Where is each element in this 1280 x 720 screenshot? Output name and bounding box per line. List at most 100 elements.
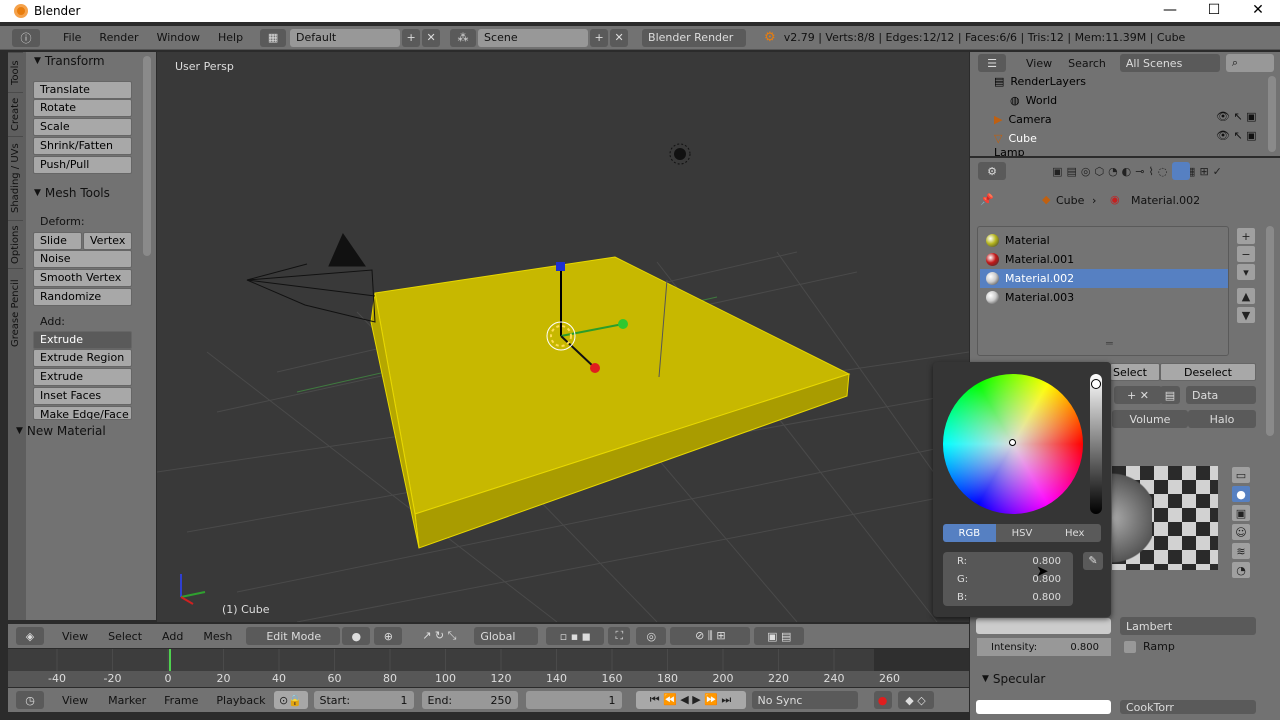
add-slot-button[interactable]: +	[1237, 228, 1255, 244]
add-scene-icon[interactable]: +	[590, 28, 609, 47]
remove-slot-button[interactable]: −	[1237, 246, 1255, 262]
render-icons[interactable]: ▣ ▤	[754, 627, 805, 645]
tab-tools[interactable]: Tools	[8, 52, 23, 92]
translate-button[interactable]: Translate	[33, 81, 132, 99]
screen-layout-icon[interactable]: ▦	[260, 28, 287, 47]
slot-specials-icon[interactable]: ▾	[1237, 264, 1255, 280]
extrude-individual-button[interactable]: Extrude Individual	[33, 368, 132, 399]
list-resize-grip-icon[interactable]: ═	[1106, 337, 1113, 350]
inset-faces-button[interactable]: Inset Faces	[33, 387, 132, 405]
menu-file[interactable]: File	[54, 31, 90, 44]
material-type-halo[interactable]: Halo	[1188, 410, 1256, 428]
remove-layout-icon[interactable]: ✕	[422, 28, 441, 47]
tab-create[interactable]: Create	[8, 92, 23, 136]
3d-viewport[interactable]: User Persp (1) Cube	[157, 52, 969, 622]
color-mode-hsv[interactable]: HSV	[995, 524, 1049, 542]
menu-add[interactable]: Add	[162, 630, 183, 643]
color-wheel-cursor[interactable]	[1009, 439, 1016, 446]
outliner-search-icon[interactable]: ⌕	[1225, 54, 1274, 72]
noise-button[interactable]: Noise	[33, 250, 132, 268]
remove-scene-icon[interactable]: ✕	[610, 28, 629, 47]
specular-panel-header[interactable]: ▼ Specular	[976, 670, 1176, 688]
move-slot-up-icon[interactable]: ▲	[1237, 288, 1255, 304]
camera-visibility-icons[interactable]: 👁 ↖ ▣	[1216, 110, 1257, 123]
blue-channel-field[interactable]: B: 0.800	[943, 588, 1073, 606]
minimize-button[interactable]: —	[1148, 0, 1192, 22]
specular-color-swatch[interactable]	[976, 700, 1111, 714]
smooth-vertex-button[interactable]: Smooth Vertex	[33, 269, 132, 287]
scale-button[interactable]: Scale	[33, 118, 132, 136]
specular-shader-dropdown[interactable]: CookTorr	[1120, 700, 1256, 714]
menu-mesh[interactable]: Mesh	[203, 630, 232, 643]
sync-mode-dropdown[interactable]: No Sync	[751, 691, 858, 709]
tl-menu-marker[interactable]: Marker	[108, 694, 146, 707]
preview-flat-icon[interactable]: ▭	[1232, 467, 1250, 483]
outliner-row-renderlayers[interactable]: ▤ RenderLayers	[994, 72, 1280, 91]
tab-grease-pencil[interactable]: Grease Pencil	[8, 268, 23, 358]
outliner-menu-search[interactable]: Search	[1068, 57, 1106, 70]
mesh-tools-panel-header[interactable]: ▼ Mesh Tools	[28, 184, 138, 202]
add-layout-icon[interactable]: +	[402, 28, 421, 47]
maximize-button[interactable]: ☐	[1192, 0, 1236, 22]
end-frame-field[interactable]: End: 250	[421, 691, 518, 709]
value-slider[interactable]	[1090, 374, 1102, 514]
cube-visibility-icons[interactable]: 👁 ↖ ▣	[1216, 129, 1257, 142]
tl-menu-playback[interactable]: Playback	[216, 694, 265, 707]
playback-controls[interactable]: ⏮ ⏪ ◀ ▶ ⏩ ⏭	[635, 691, 746, 709]
scene-icon[interactable]: ⁂	[450, 28, 477, 47]
preview-cube-icon[interactable]: ▣	[1232, 505, 1250, 521]
menu-view[interactable]: View	[62, 630, 88, 643]
outliner-scrollbar[interactable]	[1268, 76, 1276, 152]
outliner-row-world[interactable]: ◍ World	[1010, 91, 1280, 110]
record-icon[interactable]: ●	[873, 691, 892, 709]
preview-monkey-icon[interactable]: ☺	[1232, 524, 1250, 540]
editor-type-timeline-icon[interactable]: ◷	[16, 691, 44, 709]
editor-type-properties-icon[interactable]: ⚙	[978, 162, 1006, 180]
properties-scrollbar[interactable]	[1266, 226, 1274, 436]
material-slot-1[interactable]: Material.001	[980, 250, 1228, 269]
pin-icon[interactable]: 📌	[980, 193, 994, 206]
link-data-dropdown[interactable]: Data	[1186, 386, 1256, 404]
menu-help[interactable]: Help	[209, 31, 252, 44]
scenes-dropdown[interactable]: All Scenes	[1119, 54, 1220, 72]
snap-icons[interactable]: ⊘ ⫼ ⊞	[670, 627, 751, 645]
outliner-menu-view[interactable]: View	[1026, 57, 1052, 70]
slide-edge-button[interactable]: Slide Ed	[33, 232, 82, 263]
outliner-row-lamp[interactable]: Lamp	[994, 148, 1280, 156]
green-channel-field[interactable]: G: 0.800	[943, 570, 1073, 588]
material-slot-3[interactable]: Material.003	[980, 288, 1228, 307]
move-slot-down-icon[interactable]: ▼	[1237, 307, 1255, 323]
mode-dropdown[interactable]: Edit Mode	[246, 627, 341, 645]
intensity-field[interactable]: Intensity: 0.800	[977, 638, 1111, 656]
tl-menu-frame[interactable]: Frame	[164, 694, 198, 707]
color-mode-hex[interactable]: Hex	[1048, 524, 1101, 542]
properties-context-tabs[interactable]: ▣▤◎⬡◔◐⊸⌇◌◒▦⊞✓	[1020, 162, 1258, 180]
diffuse-color-swatch[interactable]	[976, 618, 1111, 634]
preview-sky-icon[interactable]: ◔	[1232, 562, 1250, 578]
manipulator-icons[interactable]: ↗ ↻ ⤡	[406, 627, 473, 645]
keying-icons[interactable]: ◆ ◇	[897, 691, 934, 709]
material-datablock-icons[interactable]: + ✕	[1114, 386, 1162, 404]
extrude-dropdown[interactable]: Extrude	[33, 331, 132, 349]
make-edge-face-button[interactable]: Make Edge/Face	[33, 406, 132, 420]
tl-menu-view[interactable]: View	[62, 694, 88, 707]
pivot-point-icon[interactable]: ⊕	[374, 627, 403, 645]
start-frame-field[interactable]: Start: 1	[313, 691, 414, 709]
scene-name-field[interactable]: Scene	[478, 28, 589, 47]
occlude-geometry-icon[interactable]: ⛶	[608, 627, 631, 645]
eyedropper-icon[interactable]: ✎	[1083, 552, 1103, 570]
new-material-panel-header[interactable]: ▼ New Material	[10, 422, 150, 440]
shrink-fatten-button[interactable]: Shrink/Fatten	[33, 137, 132, 155]
preview-range-icon[interactable]: ⊙🔒	[273, 691, 308, 709]
preview-sphere-icon[interactable]: ●	[1232, 486, 1250, 502]
editor-type-info-icon[interactable]: ⓘ	[12, 28, 40, 47]
menu-window[interactable]: Window	[148, 31, 209, 44]
shading-mode-icon[interactable]: ●	[342, 627, 371, 645]
select-button[interactable]: Select	[1110, 363, 1160, 381]
editor-type-3d-icon[interactable]: ◈	[16, 627, 44, 645]
preview-hair-icon[interactable]: ≋	[1232, 543, 1250, 559]
material-type-volume[interactable]: Volume	[1112, 410, 1188, 428]
render-engine-dropdown[interactable]: Blender Render	[642, 28, 747, 47]
material-slot-2[interactable]: Material.002	[980, 269, 1228, 288]
ramp-checkbox[interactable]	[1124, 641, 1136, 653]
